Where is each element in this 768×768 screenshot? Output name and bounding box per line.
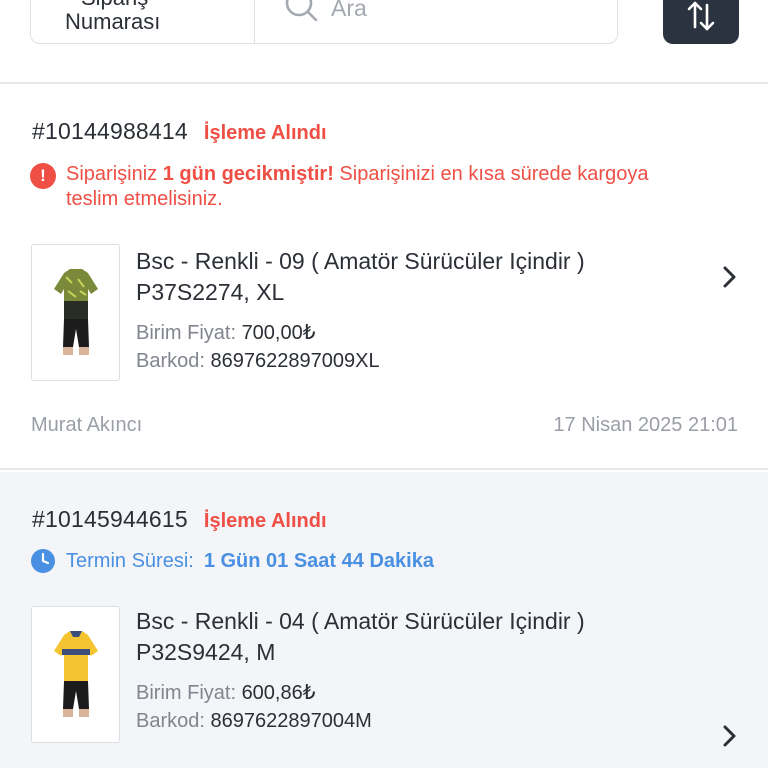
unit-price: Birim Fiyat: 700,00₺ [136, 320, 315, 345]
top-bar: Sipariş Numarası [0, 0, 768, 84]
cycling-jersey-image [53, 268, 98, 355]
chevron-right-icon[interactable] [716, 264, 742, 290]
deadline-info: Termin Süresi: 1 Gün 01 Saat 44 Dakika [30, 548, 434, 574]
order-date: 17 Nisan 2025 21:01 [553, 414, 738, 436]
chevron-right-icon[interactable] [716, 723, 742, 749]
barcode: Barkod: 8697622897009XL [136, 350, 380, 373]
barcode-value: 8697622897009XL [210, 350, 380, 372]
unit-price: Birim Fiyat: 600,86₺ [136, 680, 315, 705]
order-status-badge: İşleme Alındı [203, 510, 327, 532]
customer-name: Murat Akıncı [31, 414, 143, 436]
product-image[interactable] [31, 244, 120, 381]
sort-button[interactable] [663, 0, 739, 44]
delay-alert-text: Siparişiniz 1 gün gecikmiştir! Siparişin… [66, 162, 706, 212]
deadline-label: Termin Süresi: [66, 549, 194, 572]
product-title-line1: Bsc - Renkli - 04 ( Amatör Sürücüler Içi… [136, 608, 585, 634]
search-filter-select[interactable]: Sipariş Numarası [31, 0, 255, 43]
order-header: #10144988414 İşleme Alındı [32, 118, 327, 145]
unit-price-value: 700,00₺ [241, 322, 316, 344]
product-title-line2: P37S2274, XL [136, 279, 285, 305]
alert-bold: 1 gün gecikmiştir! [162, 163, 334, 185]
alert-prefix: Siparişiniz [66, 163, 163, 185]
alert-icon: ! [30, 163, 56, 189]
unit-price-label: Birim Fiyat: [136, 682, 236, 704]
product-image[interactable] [31, 606, 120, 743]
product-title[interactable]: Bsc - Renkli - 04 ( Amatör Sürücüler Içi… [136, 606, 706, 668]
order-header: #10145944615 İşleme Alındı [32, 506, 327, 533]
product-title-line2: P32S9424, M [136, 639, 276, 665]
order-status-badge: İşleme Alındı [203, 122, 327, 144]
barcode-label: Barkod: [136, 710, 205, 732]
cycling-jersey-image [53, 630, 98, 717]
search-box: Sipariş Numarası [30, 0, 618, 44]
barcode-label: Barkod: [136, 350, 205, 372]
unit-price-label: Birim Fiyat: [136, 322, 236, 344]
product-title[interactable]: Bsc - Renkli - 09 ( Amatör Sürücüler Içi… [136, 246, 706, 308]
delay-alert: ! Siparişiniz 1 gün gecikmiştir! Sipariş… [30, 162, 706, 212]
clock-icon [31, 549, 55, 573]
search-input[interactable] [331, 0, 601, 23]
barcode: Barkod: 8697622897004M [136, 710, 372, 733]
order-card[interactable]: #10145944615 İşleme Alındı Termin Süresi… [0, 472, 768, 768]
order-number: #10144988414 [32, 118, 188, 144]
unit-price-value: 600,86₺ [241, 682, 316, 704]
deadline-value: 1 Gün 01 Saat 44 Dakika [203, 549, 434, 572]
order-number: #10145944615 [32, 506, 188, 532]
filter-label-line2: Numarası [65, 9, 161, 34]
sort-icon [687, 1, 715, 31]
product-title-line1: Bsc - Renkli - 09 ( Amatör Sürücüler Içi… [136, 248, 585, 274]
barcode-value: 8697622897004M [210, 710, 372, 732]
order-card[interactable]: #10144988414 İşleme Alındı ! Siparişiniz… [0, 86, 768, 470]
search-icon [285, 0, 318, 21]
